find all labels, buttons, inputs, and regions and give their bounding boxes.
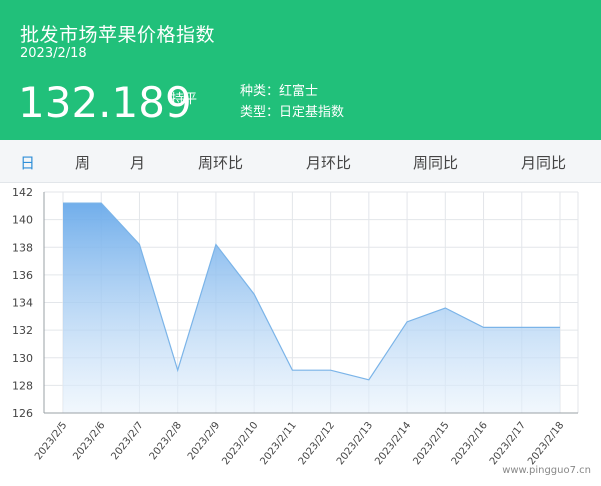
y-tick-label: 138 — [12, 241, 33, 254]
x-tick-label: 2023/2/8 — [148, 420, 184, 462]
trend-label: 持平 — [171, 92, 198, 107]
x-tick-label: 2023/2/6 — [71, 420, 107, 462]
x-tick-label: 2023/2/18 — [526, 420, 566, 467]
tab-month[interactable]: 月 — [130, 152, 145, 173]
page-title: 批发市场苹果价格指数 — [20, 24, 216, 46]
y-tick-label: 126 — [12, 407, 33, 420]
area-fill — [63, 203, 560, 413]
variety-label: 种类：红富士 — [240, 84, 319, 99]
y-tick-label: 136 — [12, 269, 33, 282]
area-series — [62, 202, 561, 413]
x-tick-label: 2023/2/13 — [335, 420, 375, 467]
x-tick-label: 2023/2/7 — [110, 420, 146, 462]
period-tabs: 日 周 月 周环比 月环比 周同比 月同比 — [0, 140, 601, 183]
x-tick-label: 2023/2/14 — [373, 420, 413, 467]
y-tick-label: 134 — [12, 297, 33, 310]
price-index-chart: 1261281301321341361381401422023/2/5 2023/… — [12, 186, 579, 467]
tab-week[interactable]: 周 — [75, 152, 90, 173]
header: 批发市场苹果价格指数 2023/2/18 132.189 持平 种类：红富士 类… — [0, 0, 601, 140]
x-tick-label: 2023/2/15 — [411, 420, 451, 467]
tab-week-on-week[interactable]: 周环比 — [198, 152, 243, 173]
x-tick-label: 2023/2/5 — [33, 420, 69, 462]
y-tick-label: 142 — [12, 186, 33, 199]
x-tick-label: 2023/2/16 — [450, 420, 490, 467]
y-tick-label: 132 — [12, 324, 33, 337]
tab-month-year-on-year[interactable]: 月同比 — [521, 152, 566, 173]
tab-week-year-on-year[interactable]: 周同比 — [413, 152, 458, 173]
x-tick-label: 2023/2/11 — [259, 420, 299, 467]
x-tick-label: 2023/2/10 — [220, 420, 260, 467]
x-tick-label: 2023/2/12 — [297, 420, 337, 467]
y-tick-label: 130 — [12, 352, 33, 365]
date-label: 2023/2/18 — [20, 46, 87, 61]
price-index-value: 132.189 — [18, 78, 192, 127]
tab-day[interactable]: 日 — [20, 152, 35, 173]
x-tick-label: 2023/2/9 — [186, 420, 222, 462]
index-type-label: 类型：日定基指数 — [240, 105, 345, 120]
y-tick-label: 128 — [12, 379, 33, 392]
y-tick-label: 140 — [12, 214, 33, 227]
watermark: www.pingguo7.cn — [502, 465, 591, 476]
tab-month-on-month[interactable]: 月环比 — [306, 152, 351, 173]
x-tick-label: 2023/2/17 — [488, 420, 528, 467]
